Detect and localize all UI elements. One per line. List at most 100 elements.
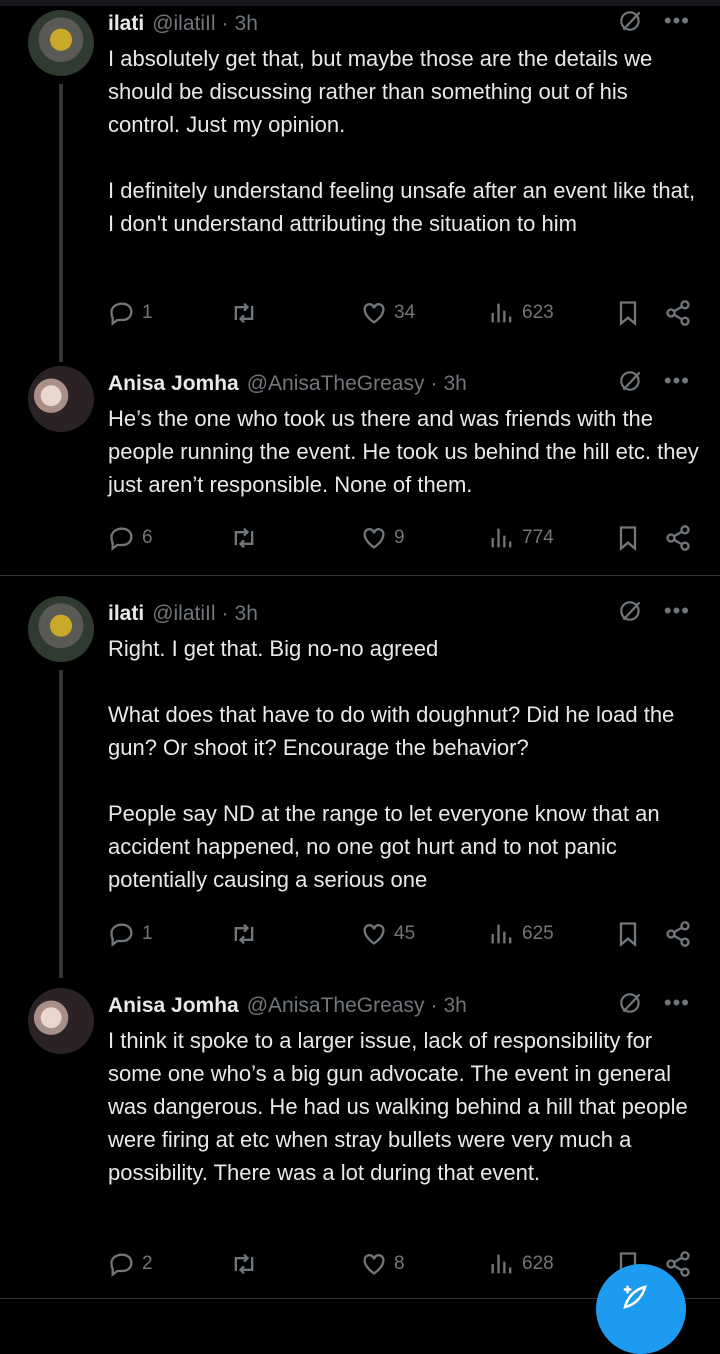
grok-icon[interactable] — [618, 368, 644, 394]
author-handle[interactable]: @AnisaTheGreasy — [247, 372, 425, 396]
like-count: 8 — [394, 1253, 405, 1274]
like-button[interactable]: 45 — [360, 920, 415, 948]
reply-count: 2 — [142, 1253, 153, 1274]
heart-icon — [363, 528, 385, 549]
reply-count: 1 — [142, 302, 153, 323]
like-count: 34 — [394, 302, 416, 323]
heart-icon — [363, 924, 385, 945]
share-icon — [666, 525, 690, 551]
views-count: 628 — [522, 1253, 554, 1274]
author-handle[interactable]: @AnisaTheGreasy — [247, 994, 425, 1018]
more-icon[interactable]: ••• — [664, 992, 690, 1014]
thread-divider — [0, 575, 720, 576]
reply-icon — [110, 923, 133, 947]
tweet-paragraph: Right. I get that. Big no-no agreed — [108, 636, 439, 661]
views-count: 625 — [522, 923, 554, 944]
tweet-paragraph: He’s the one who took us there and was f… — [108, 406, 699, 497]
like-count: 45 — [394, 923, 416, 944]
bookmark-button[interactable] — [614, 920, 642, 948]
compose-button[interactable] — [596, 1264, 686, 1354]
bookmark-button[interactable] — [614, 524, 642, 552]
like-count: 9 — [394, 527, 405, 548]
reply-count: 6 — [142, 527, 153, 548]
thread-line — [59, 670, 63, 978]
more-icon[interactable]: ••• — [664, 600, 690, 622]
views-button[interactable]: 623 — [488, 299, 554, 327]
bookmark-icon — [619, 301, 637, 326]
retweet-icon — [234, 302, 254, 324]
separator-dot: · — [430, 372, 438, 395]
retweet-button[interactable] — [230, 524, 264, 552]
reply-icon — [110, 302, 133, 326]
timestamp[interactable]: 3h — [443, 372, 466, 396]
reply-button[interactable]: 1 — [108, 920, 153, 948]
timestamp[interactable]: 3h — [235, 12, 258, 36]
tweet-text: I think it spoke to a larger issue, lack… — [108, 1024, 700, 1189]
avatar[interactable] — [28, 596, 94, 662]
share-button[interactable] — [664, 299, 692, 327]
reply-button[interactable]: 6 — [108, 524, 153, 552]
thread-line — [59, 84, 63, 362]
retweet-button[interactable] — [230, 920, 264, 948]
views-count: 774 — [522, 527, 554, 548]
reply-button[interactable]: 1 — [108, 299, 153, 327]
views-button[interactable]: 774 — [488, 524, 554, 552]
tweet-paragraph: I definitely understand feeling unsafe a… — [108, 178, 696, 236]
share-icon — [666, 300, 690, 326]
views-button[interactable]: 625 — [488, 920, 554, 948]
like-button[interactable]: 34 — [360, 299, 415, 327]
heart-icon — [363, 303, 385, 324]
share-button[interactable] — [664, 524, 692, 552]
reply-button[interactable]: 2 — [108, 1250, 153, 1278]
like-button[interactable]: 9 — [360, 524, 405, 552]
tweet-header: ilati @ilatiIl · 3h — [108, 6, 258, 42]
separator-dot: · — [221, 602, 229, 625]
author-name[interactable]: ilati — [108, 602, 144, 626]
tweet-text: I absolutely get that, but maybe those a… — [108, 42, 700, 240]
bookmark-button[interactable] — [614, 299, 642, 327]
grok-icon[interactable] — [618, 8, 644, 34]
retweet-icon — [234, 527, 254, 549]
avatar[interactable] — [28, 988, 94, 1054]
bookmark-icon — [619, 922, 637, 947]
action-bar: 6 9 774 — [108, 524, 698, 554]
separator-dot: · — [221, 12, 229, 35]
separator-dot: · — [430, 994, 438, 1017]
like-button[interactable]: 8 — [360, 1250, 405, 1278]
more-icon[interactable]: ••• — [664, 10, 690, 32]
author-name[interactable]: Anisa Jomha — [108, 372, 239, 396]
views-count: 623 — [522, 302, 554, 323]
timestamp[interactable]: 3h — [443, 994, 466, 1018]
tweet-paragraph: What does that have to do with doughnut?… — [108, 702, 675, 760]
action-bar: 1 34 623 — [108, 299, 698, 329]
tweet-text: Right. I get that. Big no-no agreed What… — [108, 632, 700, 896]
retweet-button[interactable] — [230, 299, 264, 327]
share-button[interactable] — [664, 920, 692, 948]
compose-icon — [623, 1285, 647, 1309]
author-name[interactable]: Anisa Jomha — [108, 994, 239, 1018]
tweet-header: Anisa Jomha @AnisaTheGreasy · 3h — [108, 366, 467, 402]
reply-count: 1 — [142, 923, 153, 944]
reply-icon — [110, 527, 133, 551]
tweet-header: Anisa Jomha @AnisaTheGreasy · 3h — [108, 988, 467, 1024]
grok-icon[interactable] — [618, 990, 644, 1016]
more-icon[interactable]: ••• — [664, 370, 690, 392]
avatar[interactable] — [28, 366, 94, 432]
tweet-paragraph: I think it spoke to a larger issue, lack… — [108, 1028, 688, 1185]
views-icon — [491, 924, 512, 944]
grok-icon[interactable] — [618, 598, 644, 624]
timestamp[interactable]: 3h — [235, 602, 258, 626]
views-button[interactable]: 628 — [488, 1250, 554, 1278]
avatar[interactable] — [28, 10, 94, 76]
author-handle[interactable]: @ilatiIl — [152, 12, 215, 36]
views-icon — [491, 1254, 512, 1274]
retweet-button[interactable] — [230, 1250, 264, 1278]
heart-icon — [363, 1254, 385, 1275]
author-handle[interactable]: @ilatiIl — [152, 602, 215, 626]
author-name[interactable]: ilati — [108, 12, 144, 36]
views-icon — [491, 528, 512, 548]
share-icon — [666, 921, 690, 947]
bookmark-icon — [619, 526, 637, 551]
tweet-paragraph: I absolutely get that, but maybe those a… — [108, 46, 653, 137]
tweet-header: ilati @ilatiIl · 3h — [108, 596, 258, 632]
